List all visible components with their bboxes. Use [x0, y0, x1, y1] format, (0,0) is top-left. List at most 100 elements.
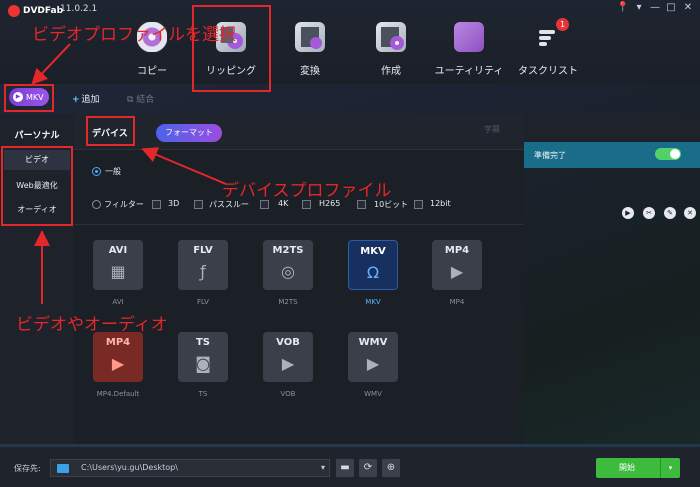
- start-button[interactable]: 開始 ▾: [596, 458, 680, 478]
- output-path-field[interactable]: C:\Users\yu.gu\Desktop\ ▾: [50, 459, 330, 477]
- toolbar-create-label: 作成: [381, 66, 401, 77]
- add-source-button[interactable]: + 追加: [72, 92, 100, 105]
- flv-icon: FLV ƒ: [178, 240, 228, 290]
- highlight-device-tab: [86, 116, 135, 146]
- m2ts-icon: M2TS ◎: [263, 240, 313, 290]
- format-mp4-name: MP4: [449, 298, 465, 306]
- maximize-icon[interactable]: □: [664, 2, 678, 13]
- divider: [74, 224, 524, 225]
- format-flv[interactable]: FLV ƒ FLV: [175, 240, 231, 320]
- status-text: 準備完了: [534, 151, 566, 160]
- edit-icon[interactable]: ✎: [664, 207, 676, 219]
- format-avi[interactable]: AVI ▦ AVI: [90, 240, 146, 320]
- checkbox-10bit[interactable]: [357, 200, 366, 209]
- app-logo: DVDFab: [8, 4, 63, 18]
- browse-folder-icon[interactable]: ▬: [336, 459, 354, 477]
- dvdfab-window: DVDFab 11.0.2.1 📍 ▾ — □ ✕ コピー リッピング 変換 作…: [0, 0, 700, 487]
- add-label: 追加: [81, 95, 100, 105]
- source-bar: ▶ MKV + 追加 ⧉ 結合: [0, 84, 700, 114]
- annotation-video-audio: ビデオやオーディオ: [16, 315, 168, 335]
- format-vob[interactable]: VOB ▶ VOB: [260, 332, 316, 412]
- annotation-select-profile: ビデオプロファイルを選択: [32, 25, 236, 45]
- merge-button[interactable]: ⧉ 結合: [127, 92, 154, 105]
- format-mp4[interactable]: MP4 ▶ MP4: [429, 240, 485, 320]
- mkv-icon: MKV Ω: [348, 240, 398, 290]
- plus-icon: +: [72, 95, 80, 105]
- wmv-icon: WMV ▶: [348, 332, 398, 382]
- checkbox-passthrough[interactable]: [194, 200, 203, 209]
- vob-icon: VOB ▶: [263, 332, 313, 382]
- pin-icon[interactable]: 📍: [616, 2, 630, 13]
- format-mp4-default-name: MP4.Default: [96, 390, 140, 398]
- toolbar-convert-button[interactable]: 変換: [270, 18, 350, 80]
- refresh-icon[interactable]: ⟳: [359, 459, 377, 477]
- task-count-badge: 1: [556, 18, 569, 31]
- annotation-device-profile: デバイスプロファイル: [222, 181, 392, 201]
- checkbox-12bit[interactable]: [414, 200, 423, 209]
- status-toggle[interactable]: [655, 148, 681, 160]
- checkbox-12bit-label: 12bit: [430, 199, 451, 208]
- toolbar-utility-label: ユーティリティ: [434, 66, 504, 77]
- profile-tabs: デバイス フォーマット 字幕: [74, 114, 524, 150]
- start-dropdown-icon[interactable]: ▾: [660, 458, 680, 478]
- format-m2ts-name: M2TS: [278, 298, 298, 306]
- chevron-down-icon[interactable]: ▾: [321, 463, 325, 472]
- tab-format[interactable]: フォーマット: [156, 124, 222, 142]
- checkbox-3d[interactable]: [152, 200, 161, 209]
- logo-text: DVDFab: [23, 6, 64, 16]
- logo-icon: [8, 5, 20, 17]
- format-mkv-name: MKV: [365, 298, 381, 306]
- right-header-strip: [524, 114, 700, 142]
- highlight-categories: [1, 146, 73, 226]
- merge-label: 結合: [136, 95, 155, 105]
- tab-subtitle-faint: 字幕: [484, 125, 500, 134]
- filter-radio[interactable]: [92, 200, 101, 209]
- filter-label: フィルター: [104, 200, 144, 209]
- avi-icon: AVI ▦: [93, 240, 143, 290]
- start-label: 開始: [619, 463, 635, 472]
- format-ts-name: TS: [198, 390, 208, 398]
- toolbar-tasks-button[interactable]: タスクリスト: [508, 18, 588, 80]
- merge-icon: ⧉: [127, 95, 137, 105]
- ts-icon: TS ◙: [178, 332, 228, 382]
- globe-icon[interactable]: ⊕: [382, 459, 400, 477]
- highlight-source-chip: [4, 84, 54, 112]
- format-wmv-name: WMV: [364, 390, 382, 398]
- minimize-icon[interactable]: —: [648, 2, 662, 13]
- film-icon: [295, 22, 325, 52]
- output-path-text: C:\Users\yu.gu\Desktop\: [81, 463, 178, 472]
- menu-dropdown-icon[interactable]: ▾: [632, 2, 646, 13]
- folder-icon: [57, 464, 69, 473]
- format-mkv[interactable]: MKV Ω MKV: [345, 240, 401, 320]
- format-ts[interactable]: TS ◙ TS: [175, 332, 231, 412]
- app-version: 11.0.2.1: [60, 4, 98, 14]
- format-flv-name: FLV: [197, 298, 209, 306]
- format-wmv[interactable]: WMV ▶ WMV: [345, 332, 401, 412]
- mp4-icon: MP4 ▶: [432, 240, 482, 290]
- profile-selector-panel: デバイス フォーマット 字幕 一般 フィルター 3D パススルー 4K H265…: [74, 114, 524, 444]
- format-mp4-default[interactable]: MP4 ▶ MP4.Default: [90, 332, 146, 412]
- toolbar-create-button[interactable]: 作成: [351, 18, 431, 80]
- general-radio[interactable]: [92, 167, 101, 176]
- checkbox-3d-label: 3D: [168, 199, 180, 208]
- save-to-label: 保存先:: [14, 464, 41, 473]
- personal-heading: パーソナル: [14, 131, 60, 141]
- toolbar-tasks-label: タスクリスト: [518, 66, 578, 77]
- mp4-default-icon: MP4 ▶: [93, 332, 143, 382]
- toolbar-utility-button[interactable]: ユーティリティ: [429, 18, 509, 80]
- highlight-ripper: [192, 5, 271, 92]
- close-icon[interactable]: ✕: [681, 2, 695, 13]
- output-bar: 保存先: C:\Users\yu.gu\Desktop\ ▾ ▬ ⟳ ⊕ 開始 …: [0, 444, 700, 487]
- cut-icon[interactable]: ✂: [643, 207, 655, 219]
- general-label: 一般: [105, 167, 121, 176]
- film-disc-icon: [376, 22, 406, 52]
- toolbar-convert-label: 変換: [300, 66, 320, 77]
- format-vob-name: VOB: [280, 390, 296, 398]
- utility-icon: [454, 22, 484, 52]
- play-icon[interactable]: ▶: [622, 207, 634, 219]
- format-avi-name: AVI: [112, 298, 124, 306]
- checkbox-4k[interactable]: [260, 200, 269, 209]
- remove-icon[interactable]: ✕: [684, 207, 696, 219]
- format-m2ts[interactable]: M2TS ◎ M2TS: [260, 240, 316, 320]
- checkbox-h265[interactable]: [302, 200, 311, 209]
